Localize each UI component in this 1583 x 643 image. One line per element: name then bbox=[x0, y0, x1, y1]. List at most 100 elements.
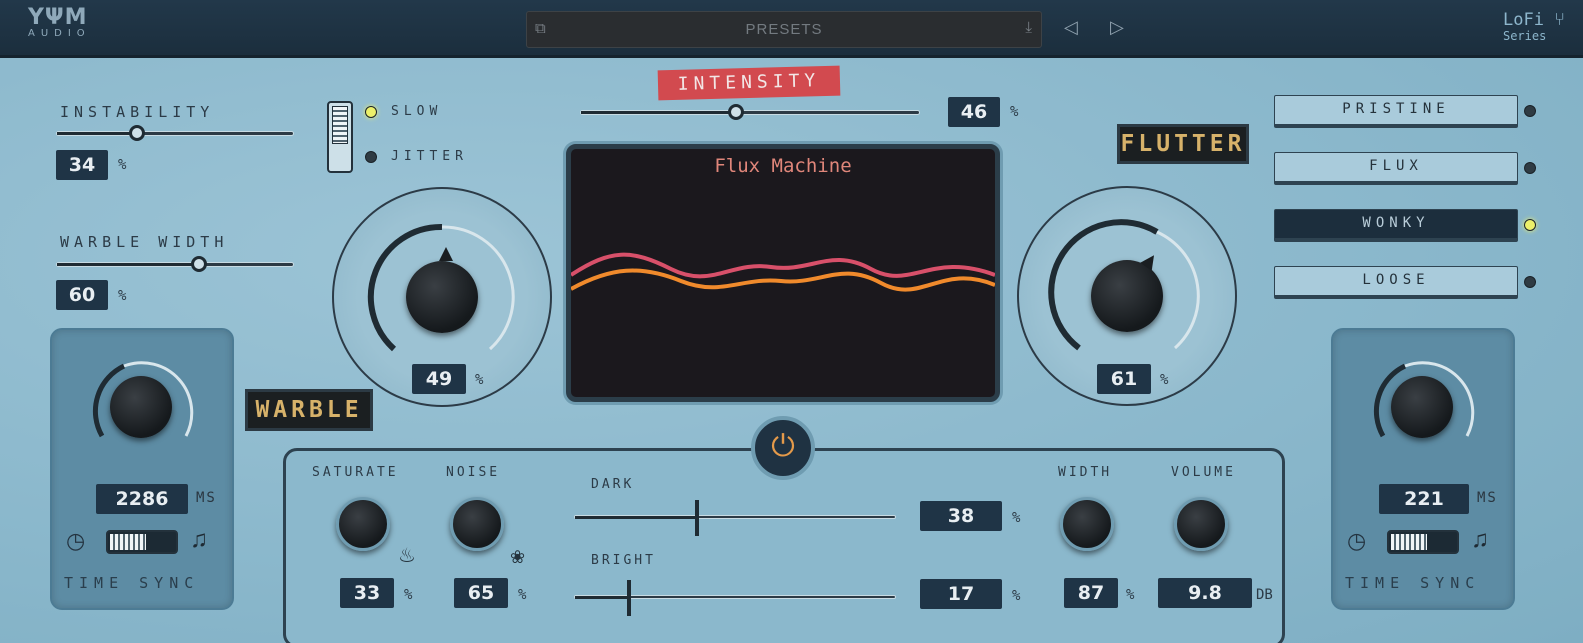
warble-value[interactable]: 49 bbox=[412, 364, 466, 394]
clock-icon[interactable]: ◷ bbox=[66, 528, 85, 554]
toggle-handle[interactable] bbox=[332, 106, 348, 144]
bright-slider[interactable] bbox=[574, 580, 896, 616]
dark-fill bbox=[575, 516, 697, 519]
series-badge: LoFi ⑂ Series bbox=[1502, 9, 1565, 44]
dark-value[interactable]: 38 bbox=[920, 501, 1002, 531]
noise-value[interactable]: 65 bbox=[454, 578, 508, 608]
mode-led-loose bbox=[1524, 276, 1536, 288]
warble-width-label: WARBLE WIDTH bbox=[60, 233, 229, 251]
noise-unit: % bbox=[518, 587, 527, 603]
intensity-thumb[interactable] bbox=[728, 104, 745, 120]
warble-knob[interactable] bbox=[406, 247, 478, 333]
dark-thumb[interactable] bbox=[694, 500, 699, 536]
flutter-label: FLUTTER bbox=[1117, 124, 1249, 164]
series-title: LoFi bbox=[1502, 10, 1544, 30]
wave-red bbox=[571, 252, 995, 279]
warble-unit: % bbox=[475, 372, 484, 388]
instability-slider[interactable] bbox=[56, 125, 294, 141]
power-button[interactable]: ⏻ bbox=[751, 416, 815, 480]
mode-button-pristine[interactable]: PRISTINE bbox=[1274, 95, 1518, 128]
right-sync-toggle[interactable] bbox=[1387, 530, 1459, 554]
warble-width-thumb[interactable] bbox=[190, 256, 207, 272]
toggle-handle[interactable] bbox=[1391, 534, 1427, 550]
saturate-knob[interactable] bbox=[336, 497, 390, 551]
warble-width-value[interactable]: 60 bbox=[56, 280, 108, 310]
brand-sub: AUDIO bbox=[28, 28, 91, 39]
left-time-panel: 2286 MS ◷ ♫ TIME SYNC bbox=[50, 328, 234, 610]
mode-button-loose[interactable]: LOOSE bbox=[1274, 266, 1518, 299]
intensity-label: INTENSITY bbox=[657, 65, 841, 101]
intensity-fill bbox=[581, 111, 737, 114]
right-time-panel: 221 MS ◷ ♫ TIME SYNC bbox=[1331, 328, 1515, 610]
volume-unit: DB bbox=[1256, 587, 1273, 603]
saturate-unit: % bbox=[404, 587, 413, 603]
left-time-footer: TIME SYNC bbox=[64, 574, 200, 592]
bright-unit: % bbox=[1012, 588, 1021, 604]
dark-label: DARK bbox=[591, 477, 635, 492]
clock-icon[interactable]: ◷ bbox=[1347, 528, 1366, 554]
mode-button-wonky[interactable]: WONKY bbox=[1274, 209, 1518, 242]
instability-fill bbox=[57, 132, 138, 135]
intensity-unit: % bbox=[1010, 104, 1019, 120]
width-knob[interactable] bbox=[1060, 497, 1114, 551]
bright-fill bbox=[575, 596, 630, 599]
left-time-knob[interactable] bbox=[110, 376, 172, 438]
music-note-icon[interactable]: ♫ bbox=[1471, 526, 1489, 554]
waveform bbox=[571, 252, 995, 292]
right-time-value[interactable]: 221 bbox=[1379, 484, 1469, 514]
width-value[interactable]: 87 bbox=[1064, 578, 1118, 608]
dark-unit: % bbox=[1012, 510, 1021, 526]
knob-pointer bbox=[439, 247, 453, 261]
series-sub: Series bbox=[1502, 29, 1547, 43]
warble-width-slider[interactable] bbox=[56, 256, 294, 272]
y-logo-icon: ⑂ bbox=[1554, 9, 1565, 30]
power-icon[interactable]: ⏻ bbox=[771, 430, 795, 463]
flutter-unit: % bbox=[1160, 372, 1169, 388]
noise-label: NOISE bbox=[446, 465, 501, 480]
next-preset-icon[interactable]: ▷ bbox=[1110, 17, 1124, 38]
mode-led-wonky bbox=[1524, 219, 1536, 231]
mode-led-pristine bbox=[1524, 105, 1536, 117]
intensity-value[interactable]: 46 bbox=[948, 97, 1000, 127]
warble-label: WARBLE bbox=[245, 389, 373, 431]
jitter-led bbox=[365, 151, 377, 163]
speed-toggle[interactable] bbox=[327, 101, 353, 173]
brand-logo: YΨM AUDIO bbox=[28, 7, 118, 40]
bright-thumb[interactable] bbox=[627, 580, 632, 616]
instability-label: INSTABILITY bbox=[60, 103, 215, 121]
warble-width-unit: % bbox=[118, 288, 127, 304]
instability-value[interactable]: 34 bbox=[56, 150, 108, 180]
width-label: WIDTH bbox=[1058, 465, 1113, 480]
volume-knob[interactable] bbox=[1174, 497, 1228, 551]
right-time-unit: MS bbox=[1477, 490, 1498, 506]
noise-knob[interactable] bbox=[450, 497, 504, 551]
saturate-label: SATURATE bbox=[312, 465, 399, 480]
noise-icon: ❀ bbox=[510, 547, 526, 567]
top-bar: YΨM AUDIO ⧉ PRESETS ⤓ ◁ ▷ LoFi ⑂ Series bbox=[0, 0, 1583, 58]
mode-button-flux[interactable]: FLUX bbox=[1274, 152, 1518, 185]
dark-slider[interactable] bbox=[574, 500, 896, 536]
toggle-handle[interactable] bbox=[110, 534, 146, 550]
volume-label: VOLUME bbox=[1171, 465, 1236, 480]
saturate-value[interactable]: 33 bbox=[340, 578, 394, 608]
bright-value[interactable]: 17 bbox=[920, 579, 1002, 609]
volume-value[interactable]: 9.8 bbox=[1158, 578, 1252, 608]
flutter-knob[interactable] bbox=[1091, 251, 1163, 332]
jitter-label[interactable]: JITTER bbox=[391, 149, 468, 164]
preset-selector[interactable]: ⧉ PRESETS ⤓ bbox=[526, 11, 1042, 48]
wave-orange bbox=[571, 268, 995, 292]
flutter-value[interactable]: 61 bbox=[1097, 364, 1151, 394]
flame-icon: ♨ bbox=[398, 545, 416, 567]
prev-preset-icon[interactable]: ◁ bbox=[1064, 17, 1078, 38]
warble-width-fill bbox=[57, 263, 199, 266]
music-note-icon[interactable]: ♫ bbox=[190, 526, 208, 554]
instability-thumb[interactable] bbox=[129, 125, 146, 141]
intensity-slider[interactable] bbox=[580, 104, 920, 120]
bright-label: BRIGHT bbox=[591, 553, 656, 568]
left-sync-toggle[interactable] bbox=[106, 530, 178, 554]
left-time-value[interactable]: 2286 bbox=[96, 484, 188, 514]
download-icon[interactable]: ⤓ bbox=[1025, 19, 1032, 36]
slow-label[interactable]: SLOW bbox=[391, 104, 442, 119]
right-time-knob[interactable] bbox=[1391, 376, 1453, 438]
left-time-unit: MS bbox=[196, 490, 217, 506]
